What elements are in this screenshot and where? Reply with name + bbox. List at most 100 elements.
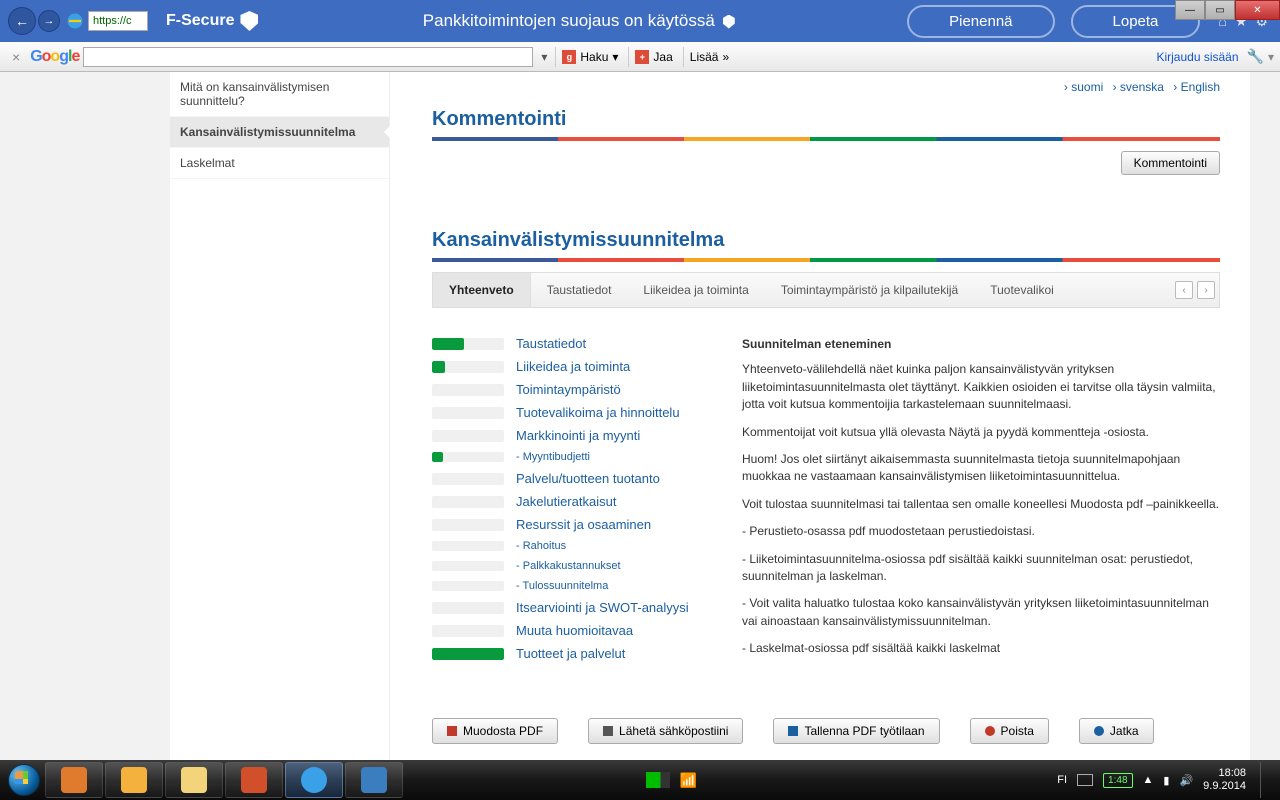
shield-icon [723, 15, 735, 29]
progress-label-link[interactable]: Tuotteet ja palvelut [516, 646, 625, 661]
tray-volume-icon[interactable]: 🔊 [1179, 774, 1193, 787]
info-text: - Voit valita haluatko tulostaa koko kan… [742, 595, 1220, 630]
tab-liikeidea[interactable]: Liikeidea ja toiminta [627, 273, 764, 307]
info-heading: Suunnitelman eteneminen [742, 336, 1220, 353]
progress-label-link[interactable]: Toimintaympäristö [516, 382, 621, 397]
google-search-input[interactable] [83, 47, 533, 67]
progress-bar [432, 519, 504, 531]
lisaa-button[interactable]: Lisää» [683, 47, 735, 67]
progress-label-link[interactable]: Muuta huomioitavaa [516, 623, 633, 638]
window-close-button[interactable]: ✕ [1235, 0, 1280, 20]
search-dropdown[interactable]: ▾ [537, 50, 551, 64]
progress-label-link[interactable]: Taustatiedot [516, 336, 586, 351]
tab-scroll-right[interactable]: › [1197, 281, 1215, 299]
taskbar-app-explorer[interactable] [165, 762, 223, 798]
windows-orb-icon [8, 764, 40, 796]
progress-row: Liikeidea ja toiminta [432, 359, 712, 374]
progress-row: Jakelutieratkaisut [432, 494, 712, 509]
tab-toimintaymparisto[interactable]: Toimintaympäristö ja kilpailutekijä [765, 273, 974, 307]
progress-label-link[interactable]: Resurssit ja osaaminen [516, 517, 651, 532]
lang-sv[interactable]: svenska [1113, 80, 1164, 94]
network-icon[interactable]: 📶 [680, 772, 697, 789]
address-bar-fragment[interactable]: https://c [88, 11, 148, 31]
pdf-button[interactable]: Muodosta PDF [432, 718, 558, 744]
sidebar: Mitä on kansainvälistymisen suunnittelu?… [170, 72, 390, 760]
tab-taustatiedot[interactable]: Taustatiedot [531, 273, 628, 307]
info-text: Yhteenveto-välilehdellä näet kuinka palj… [742, 361, 1220, 413]
battery-indicator[interactable]: 1:48 [1103, 773, 1132, 788]
progress-label-link[interactable]: Myyntibudjetti [516, 451, 590, 463]
signal-icon[interactable] [646, 772, 670, 788]
progress-row: Palkkakustannukset [432, 560, 712, 572]
mail-icon [603, 726, 613, 736]
info-text: Huom! Jos olet siirtänyt aikaisemmasta s… [742, 451, 1220, 486]
lang-en[interactable]: English [1173, 80, 1220, 94]
progress-bar [432, 648, 504, 660]
taskbar-app-sharepoint[interactable] [45, 762, 103, 798]
haku-button[interactable]: gHaku▾ [555, 47, 624, 67]
window-maximize-button[interactable]: ▭ [1205, 0, 1235, 20]
ie-icon [66, 12, 84, 30]
email-button[interactable]: Lähetä sähköpostiini [588, 718, 743, 744]
progress-label-link[interactable]: Itsearviointi ja SWOT-analyysi [516, 600, 689, 615]
tray-network-icon[interactable]: ▮ [1163, 774, 1169, 787]
lang-fi[interactable]: suomi [1064, 80, 1103, 94]
wrench-icon[interactable]: 🔧 [1243, 48, 1264, 65]
progress-label-link[interactable]: Tuotevalikoima ja hinnoittelu [516, 405, 680, 420]
tray-flag-icon[interactable]: ▲ [1143, 774, 1154, 786]
sidebar-item-calculations[interactable]: Laskelmat [170, 148, 389, 179]
progress-label-link[interactable]: Rahoitus [516, 540, 566, 552]
taskbar-app-outlook[interactable] [105, 762, 163, 798]
progress-row: Rahoitus [432, 540, 712, 552]
tab-yhteenveto[interactable]: Yhteenveto [433, 273, 531, 307]
toolbar-close-button[interactable]: × [6, 49, 26, 65]
progress-bar [432, 581, 504, 591]
google-signin-link[interactable]: Kirjaudu sisään [1156, 50, 1238, 64]
taskbar-app-powerpoint[interactable] [225, 762, 283, 798]
info-panel: Suunnitelman eteneminen Yhteenveto-välil… [742, 336, 1220, 669]
fsecure-logo: F-Secure [166, 11, 258, 31]
sidebar-item-intro[interactable]: Mitä on kansainvälistymisen suunnittelu? [170, 72, 389, 117]
progress-bar [432, 430, 504, 442]
progress-label-link[interactable]: Palkkakustannukset [516, 560, 621, 572]
tray-clock[interactable]: 18:08 9.9.2014 [1203, 767, 1246, 793]
progress-bar [432, 625, 504, 637]
tab-tuotevalikoima[interactable]: Tuotevalikoi [974, 273, 1070, 307]
progress-list: Taustatiedot Liikeidea ja toiminta Toimint… [432, 336, 712, 669]
action-buttons: Muodosta PDF Lähetä sähköpostiini Tallen… [432, 718, 1220, 744]
browser-forward-button[interactable]: → [38, 10, 60, 32]
divider-rainbow [432, 258, 1220, 262]
fsecure-message: Pankkitoimintojen suojaus on käytössä [258, 11, 899, 31]
keyboard-icon[interactable] [1077, 774, 1093, 786]
progress-label-link[interactable]: Markkinointi ja myynti [516, 428, 640, 443]
taskbar-app-ie[interactable] [285, 762, 343, 798]
google-logo: Google [30, 48, 79, 66]
browser-back-button[interactable]: ← [8, 7, 36, 35]
google-toolbar: × Google ▾ gHaku▾ +Jaa Lisää» Kirjaudu s… [0, 42, 1280, 72]
show-desktop-button[interactable] [1260, 762, 1270, 798]
delete-button[interactable]: Poista [970, 718, 1049, 744]
continue-button[interactable]: Jatka [1079, 718, 1154, 744]
info-text: Voit tulostaa suunnitelmasi tai tallenta… [742, 496, 1220, 513]
tab-bar: Yhteenveto Taustatiedot Liikeidea ja toi… [432, 272, 1220, 308]
progress-label-link[interactable]: Tulossuunnitelma [516, 580, 608, 592]
fsecure-minimize-button[interactable]: Pienennä [907, 5, 1054, 38]
delete-icon [985, 726, 995, 736]
tab-scroll-left[interactable]: ‹ [1175, 281, 1193, 299]
save-button[interactable]: Tallenna PDF työtilaan [773, 718, 939, 744]
kommentointi-button[interactable]: Kommentointi [1121, 151, 1220, 175]
info-text: - Laskelmat-osiossa pdf sisältää kaikki … [742, 640, 1220, 657]
info-text: - Perustieto-osassa pdf muodostetaan per… [742, 523, 1220, 540]
progress-label-link[interactable]: Palvelu/tuotteen tuotanto [516, 471, 660, 486]
progress-label-link[interactable]: Jakelutieratkaisut [516, 494, 616, 509]
taskbar-app-lync[interactable] [345, 762, 403, 798]
start-button[interactable] [4, 760, 44, 800]
progress-row: Palvelu/tuotteen tuotanto [432, 471, 712, 486]
progress-label-link[interactable]: Liikeidea ja toiminta [516, 359, 630, 374]
window-minimize-button[interactable]: — [1175, 0, 1205, 20]
pdf-icon [447, 726, 457, 736]
jaa-button[interactable]: +Jaa [628, 47, 678, 67]
sidebar-item-plan[interactable]: Kansainvälistymissuunnitelma [170, 117, 389, 148]
tray-language[interactable]: FI [1057, 774, 1067, 786]
progress-bar [432, 541, 504, 551]
